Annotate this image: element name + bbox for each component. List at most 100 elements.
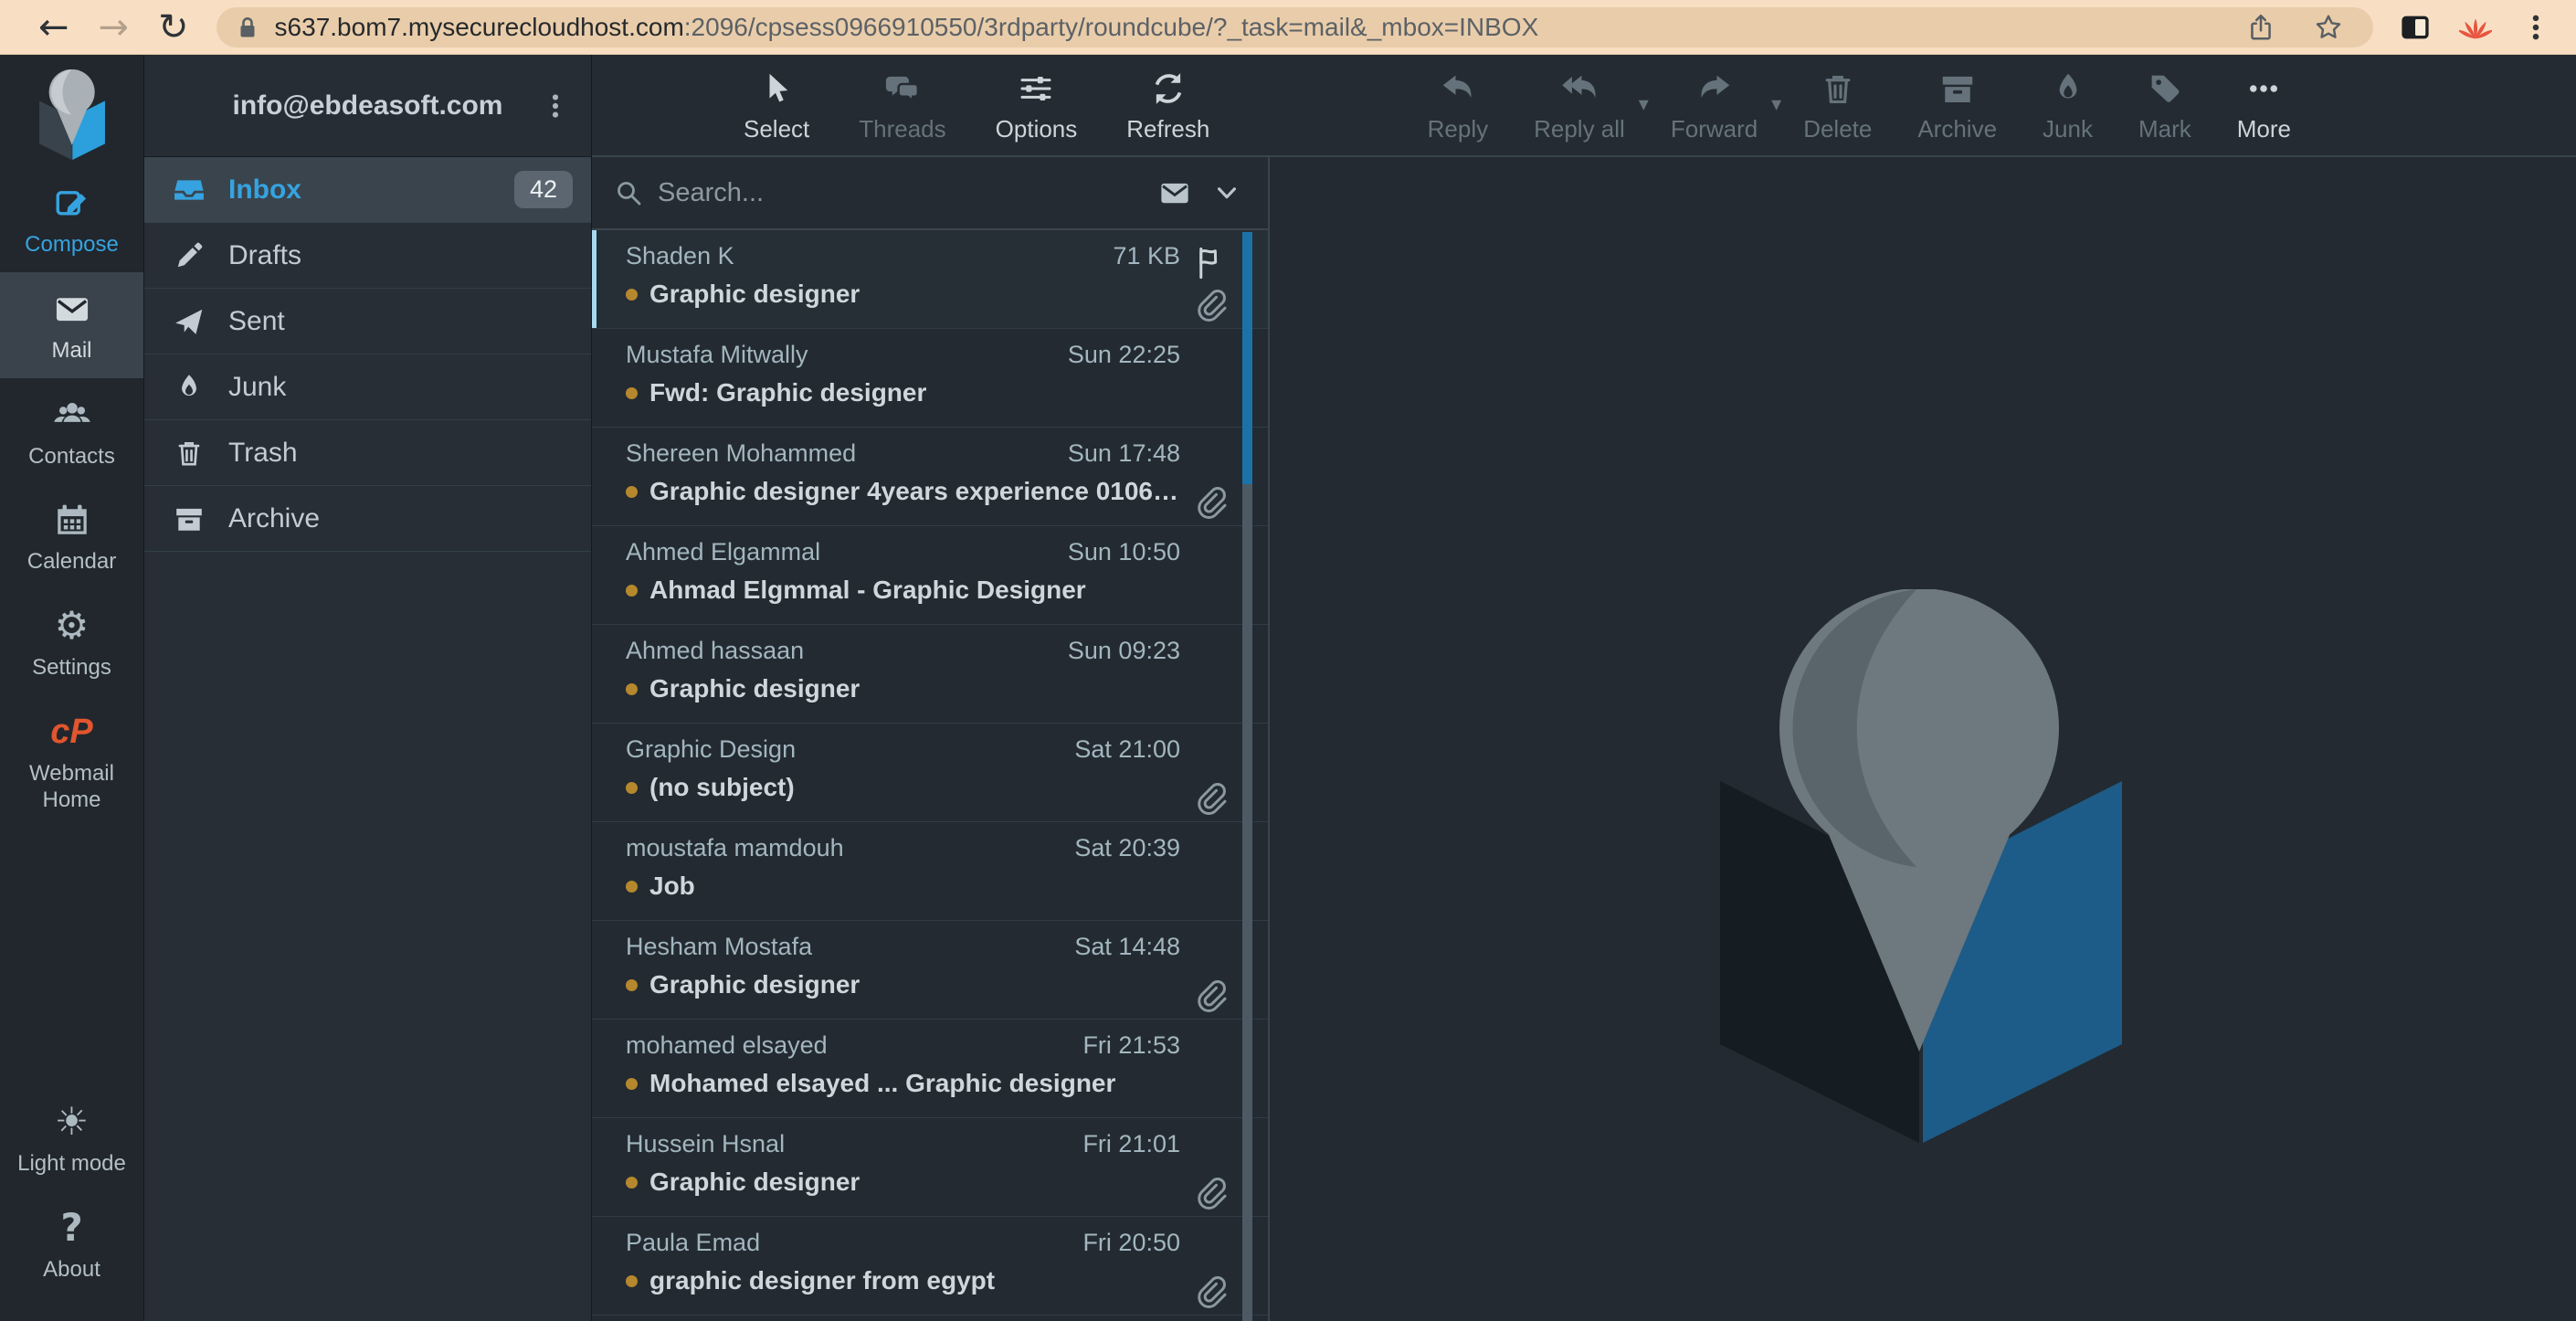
tag-icon [2147,68,2183,110]
address-bar[interactable]: s637.bom7.mysecurecloudhost.com:2096/cps… [216,7,2373,48]
side-panel-icon[interactable] [2399,11,2432,44]
message-view-pane [1270,157,2576,1321]
browser-forward-button[interactable]: → [99,9,130,46]
reply-all-button[interactable]: Reply all▾ [1515,68,1643,143]
select-button[interactable]: Select [725,68,828,143]
message-subject: Mohamed elsayed ... Graphic designer [649,1069,1115,1098]
message-row[interactable]: Hesham MostafaSat 14:48Graphic designer [592,921,1268,1020]
message-row[interactable]: Hussein HsnalFri 21:01Graphic designer [592,1118,1268,1217]
folder-item-trash[interactable]: Trash [144,420,591,486]
sidebar-item-label: Calendar [27,549,116,576]
message-date: Fri 20:50 [1082,1229,1180,1257]
webmail-app: Compose Mail Contacts Calendar ⚙SettingscPWe… [0,55,2576,1321]
search-scope-icon[interactable] [1158,176,1191,209]
refresh-button[interactable]: Refresh [1108,68,1228,143]
reply-icon [1440,68,1476,110]
sidebar-item-label: Compose [25,232,119,259]
sidebar-item-light-mode[interactable]: ☀Light mode [0,1085,143,1191]
sidebar-item-webmail-home[interactable]: cPWebmail Home [0,695,143,828]
webmail-logo [22,69,122,161]
inbox-icon [174,174,205,206]
unread-dot-icon [626,387,638,399]
reply-button[interactable]: Reply [1409,68,1506,143]
toolbar-button-label: Reply [1428,115,1488,143]
message-subject: Fwd: Graphic designer [649,378,926,407]
message-date: Sun 10:50 [1068,538,1180,566]
message-sender: Ahmed hassaan [626,637,804,665]
calendar-icon [53,499,91,541]
scrollbar-thumb[interactable] [1242,232,1252,484]
message-sender: Mustafa Mitwally [626,341,808,369]
message-sender: Paula Emad [626,1229,760,1257]
bookmark-star-icon[interactable] [2313,12,2344,43]
browser-menu-icon[interactable] [2519,11,2552,44]
sidebar-item-label: Contacts [28,444,115,470]
mark-button[interactable]: Mark [2120,68,2210,143]
folder-label: Drafts [228,240,301,271]
toolbar-button-label: Reply all [1534,115,1625,143]
share-icon[interactable] [2245,12,2276,43]
threads-button[interactable]: Threads [840,68,964,143]
paperclip-icon [1193,287,1228,322]
message-row[interactable]: moustafa mamdouhSat 20:39Job [592,822,1268,921]
sidebar-item-label: About [43,1257,100,1284]
message-row[interactable]: Paula Emad Fri 20:50 graphic designer from… [592,1217,1268,1316]
archive-button[interactable]: Archive [1899,68,2015,143]
cp-icon: cP [50,711,92,753]
list-scrollbar[interactable] [1242,232,1252,1321]
more-button[interactable]: More [2219,68,2309,143]
flame-icon [174,372,205,403]
paperclip-icon [1193,978,1228,1012]
folder-item-drafts[interactable]: Drafts [144,223,591,289]
search-input[interactable] [658,178,1158,208]
message-row[interactable]: Ahmed ElgammalSun 10:50Ahmad Elgmmal - G… [592,526,1268,625]
sidebar-item-compose[interactable]: Compose [0,166,143,272]
forward-button[interactable]: Forward▾ [1652,68,1776,143]
message-row[interactable]: Ahmed hassaanSun 09:23Graphic designer [592,625,1268,724]
folder-label: Trash [228,438,298,469]
browser-reload-button[interactable]: ↻ [158,9,189,46]
paperclip-icon [1193,1175,1228,1210]
folder-item-junk[interactable]: Junk [144,354,591,420]
junk-button[interactable]: Junk [2024,68,2111,143]
message-row[interactable]: Mustafa Mitwally Sun 22:25 Fwd: Graphic de… [592,329,1268,428]
message-date: Sun 22:25 [1068,341,1180,369]
reply-all-icon [1561,68,1598,110]
sidebar-item-contacts[interactable]: Contacts [0,378,143,484]
message-sender: moustafa mamdouh [626,834,844,862]
app-sidebar: Compose Mail Contacts Calendar ⚙SettingscPWe… [0,55,144,1321]
archive-icon [174,503,205,534]
sidebar-item-settings[interactable]: ⚙Settings [0,589,143,695]
message-row[interactable]: Graphic DesignSat 21:00(no subject) [592,724,1268,822]
unread-dot-icon [626,1177,638,1189]
folder-item-sent[interactable]: Sent [144,289,591,354]
folder-item-inbox[interactable]: Inbox42 [144,157,591,223]
message-date: Fri 21:01 [1082,1130,1180,1158]
message-row[interactable]: Shereen MohammedSun 17:48Graphic designe… [592,428,1268,526]
sidebar-item-mail[interactable]: Mail [0,272,143,378]
message-subject: Graphic designer 4years experience 01069… [649,477,1180,506]
message-date: Sat 21:00 [1074,735,1180,764]
chevron-down-icon[interactable] [1213,179,1240,206]
options-button[interactable]: Options [977,68,1096,143]
browser-back-button[interactable]: ← [38,9,69,46]
message-subject: Graphic designer [649,674,860,703]
unread-dot-icon [626,486,638,498]
toolbar-button-label: Delete [1803,115,1872,143]
folder-item-archive[interactable]: Archive [144,486,591,552]
dropdown-caret-icon[interactable]: ▾ [1639,95,1649,115]
dropdown-caret-icon[interactable]: ▾ [1771,95,1781,115]
threads-icon [884,68,921,110]
folder-options-icon[interactable] [540,90,571,122]
extension-icon[interactable] [2459,11,2492,44]
folder-label: Inbox [228,174,301,206]
send-icon [174,306,205,337]
sidebar-item-about[interactable]: ?About [0,1191,143,1297]
message-row[interactable]: mohamed elsayedFri 21:53Mohamed elsayed … [592,1020,1268,1118]
delete-button[interactable]: Delete [1785,68,1890,143]
message-subject: graphic designer from egypt [649,1266,995,1295]
sun-icon: ☀ [55,1101,90,1143]
pencil-icon [174,240,205,271]
message-row[interactable]: Shaden K71 KBGraphic designer [592,230,1268,329]
sidebar-item-calendar[interactable]: Calendar [0,483,143,589]
